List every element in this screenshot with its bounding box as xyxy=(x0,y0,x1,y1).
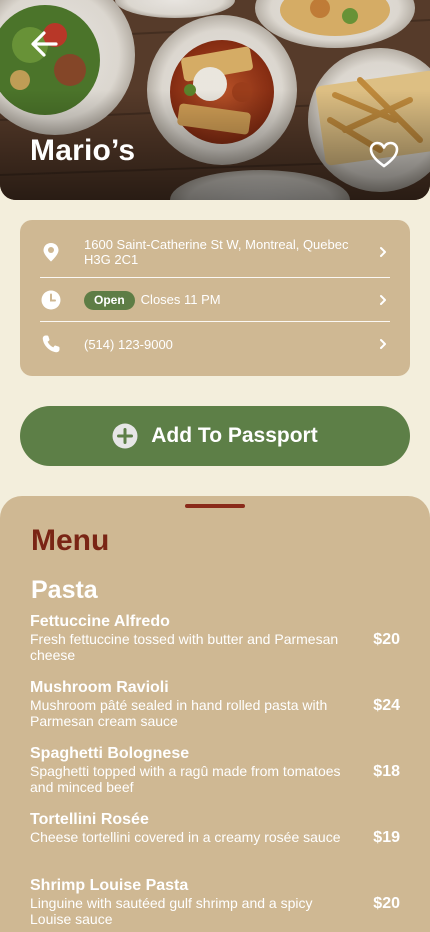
menu-item-description: Fresh fettuccine tossed with butter and … xyxy=(30,631,339,663)
menu-item-name: Tortellini Rosée xyxy=(30,811,149,828)
menu-item[interactable]: Shrimp Louise Pasta Linguine with sautée… xyxy=(30,877,402,927)
menu-item-name: Shrimp Louise Pasta xyxy=(30,877,189,894)
restaurant-name: Mario’s xyxy=(30,134,136,167)
menu-item-price: $20 xyxy=(373,631,400,648)
menu-item-description: Mushroom pâté sealed in hand rolled past… xyxy=(30,697,328,729)
hero-shade xyxy=(0,0,430,200)
restaurant-info-card: 1600 Saint-Catherine St W, Montreal, Que… xyxy=(20,220,410,376)
menu-section-title: Pasta xyxy=(31,576,98,604)
phone-icon xyxy=(42,335,60,353)
menu-item-description: Linguine with sautéed gulf shrimp and a … xyxy=(30,895,313,927)
favorite-button[interactable] xyxy=(368,139,400,171)
add-to-passport-button[interactable]: Add To Passport xyxy=(20,406,410,466)
phone-text: (514) 123-9000 xyxy=(84,336,173,352)
menu-item-name: Mushroom Ravioli xyxy=(30,679,169,696)
menu-item-name: Fettuccine Alfredo xyxy=(30,613,170,630)
chevron-right-icon xyxy=(380,339,386,349)
plus-circle-icon xyxy=(112,423,138,449)
arrow-left-icon xyxy=(31,31,58,57)
info-divider xyxy=(40,321,390,322)
clock-icon xyxy=(41,290,61,310)
hours-text: Open Closes 11 PM xyxy=(84,290,376,310)
menu-item-description: Spaghetti topped with a ragû made from t… xyxy=(30,763,341,795)
menu-sheet: Menu Pasta Fettuccine Alfredo Fresh fett… xyxy=(0,496,430,932)
back-button[interactable] xyxy=(26,26,62,62)
menu-item[interactable]: Spaghetti Bolognese Spaghetti topped wit… xyxy=(30,745,402,795)
menu-item-description: Cheese tortellini covered in a creamy ro… xyxy=(30,829,341,845)
sheet-drag-handle[interactable] xyxy=(185,504,245,508)
menu-item-price: $20 xyxy=(373,895,400,912)
menu-item-price: $19 xyxy=(373,829,400,846)
menu-item-name: Spaghetti Bolognese xyxy=(30,745,190,762)
add-to-passport-label: Add To Passport xyxy=(151,424,318,447)
menu-item-price: $24 xyxy=(373,697,400,714)
heart-icon xyxy=(369,141,399,168)
menu-item[interactable]: Mushroom Ravioli Mushroom pâté sealed in… xyxy=(30,679,402,729)
chevron-right-icon xyxy=(380,295,386,305)
phone-row[interactable]: (514) 123-9000 xyxy=(40,333,390,355)
info-divider xyxy=(40,277,390,278)
address-row[interactable]: 1600 Saint-Catherine St W, Montreal, Que… xyxy=(40,237,390,267)
closing-time: Closes 11 PM xyxy=(140,291,221,307)
map-pin-icon xyxy=(43,243,59,262)
open-status-badge: Open xyxy=(84,290,135,310)
address-text: 1600 Saint-Catherine St W, Montreal, Que… xyxy=(84,237,349,267)
menu-item[interactable]: Fettuccine Alfredo Fresh fettuccine toss… xyxy=(30,613,402,663)
menu-item-price: $18 xyxy=(373,763,400,780)
hours-row[interactable]: Open Closes 11 PM xyxy=(40,289,390,311)
menu-title: Menu xyxy=(31,524,110,557)
hero-banner: Mario’s xyxy=(0,0,430,200)
menu-item[interactable]: Tortellini Rosée Cheese tortellini cover… xyxy=(30,811,402,846)
chevron-right-icon xyxy=(380,247,386,257)
